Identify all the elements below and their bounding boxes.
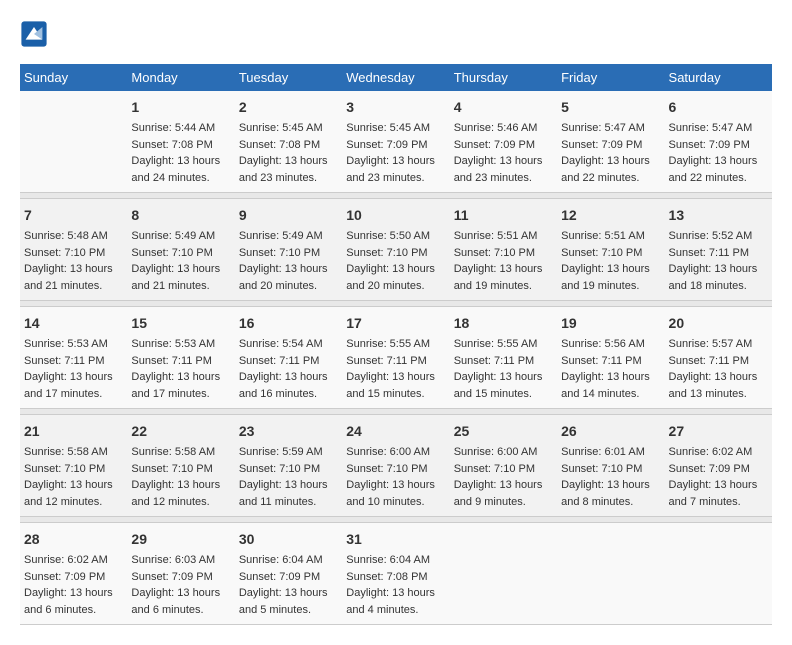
day-cell: 24Sunrise: 6:00 AMSunset: 7:10 PMDayligh… (342, 415, 449, 517)
day-number: 23 (239, 421, 338, 442)
day-number: 19 (561, 313, 660, 334)
day-cell: 19Sunrise: 5:56 AMSunset: 7:11 PMDayligh… (557, 307, 664, 409)
day-cell (450, 523, 557, 625)
day-cell: 9Sunrise: 5:49 AMSunset: 7:10 PMDaylight… (235, 199, 342, 301)
day-cell: 30Sunrise: 6:04 AMSunset: 7:09 PMDayligh… (235, 523, 342, 625)
day-cell: 25Sunrise: 6:00 AMSunset: 7:10 PMDayligh… (450, 415, 557, 517)
day-number: 10 (346, 205, 445, 226)
week-row-4: 21Sunrise: 5:58 AMSunset: 7:10 PMDayligh… (20, 415, 772, 517)
day-cell: 2Sunrise: 5:45 AMSunset: 7:08 PMDaylight… (235, 91, 342, 193)
day-cell: 16Sunrise: 5:54 AMSunset: 7:11 PMDayligh… (235, 307, 342, 409)
day-cell: 21Sunrise: 5:58 AMSunset: 7:10 PMDayligh… (20, 415, 127, 517)
page-header (20, 20, 772, 48)
day-cell: 13Sunrise: 5:52 AMSunset: 7:11 PMDayligh… (665, 199, 772, 301)
week-row-2: 7Sunrise: 5:48 AMSunset: 7:10 PMDaylight… (20, 199, 772, 301)
day-cell: 8Sunrise: 5:49 AMSunset: 7:10 PMDaylight… (127, 199, 234, 301)
day-number: 25 (454, 421, 553, 442)
day-cell: 29Sunrise: 6:03 AMSunset: 7:09 PMDayligh… (127, 523, 234, 625)
day-cell: 31Sunrise: 6:04 AMSunset: 7:08 PMDayligh… (342, 523, 449, 625)
header-friday: Friday (557, 64, 664, 91)
day-number: 4 (454, 97, 553, 118)
day-number: 24 (346, 421, 445, 442)
header-saturday: Saturday (665, 64, 772, 91)
day-cell: 20Sunrise: 5:57 AMSunset: 7:11 PMDayligh… (665, 307, 772, 409)
header-sunday: Sunday (20, 64, 127, 91)
week-row-3: 14Sunrise: 5:53 AMSunset: 7:11 PMDayligh… (20, 307, 772, 409)
day-number: 12 (561, 205, 660, 226)
day-number: 9 (239, 205, 338, 226)
day-number: 31 (346, 529, 445, 550)
header-monday: Monday (127, 64, 234, 91)
day-number: 29 (131, 529, 230, 550)
day-number: 13 (669, 205, 768, 226)
day-cell: 10Sunrise: 5:50 AMSunset: 7:10 PMDayligh… (342, 199, 449, 301)
day-cell: 18Sunrise: 5:55 AMSunset: 7:11 PMDayligh… (450, 307, 557, 409)
day-number: 11 (454, 205, 553, 226)
day-cell: 17Sunrise: 5:55 AMSunset: 7:11 PMDayligh… (342, 307, 449, 409)
week-row-1: 1Sunrise: 5:44 AMSunset: 7:08 PMDaylight… (20, 91, 772, 193)
day-number: 3 (346, 97, 445, 118)
day-number: 21 (24, 421, 123, 442)
day-number: 28 (24, 529, 123, 550)
day-number: 20 (669, 313, 768, 334)
day-cell: 27Sunrise: 6:02 AMSunset: 7:09 PMDayligh… (665, 415, 772, 517)
day-number: 26 (561, 421, 660, 442)
day-cell: 15Sunrise: 5:53 AMSunset: 7:11 PMDayligh… (127, 307, 234, 409)
day-cell: 28Sunrise: 6:02 AMSunset: 7:09 PMDayligh… (20, 523, 127, 625)
day-cell: 4Sunrise: 5:46 AMSunset: 7:09 PMDaylight… (450, 91, 557, 193)
day-number: 17 (346, 313, 445, 334)
day-cell: 23Sunrise: 5:59 AMSunset: 7:10 PMDayligh… (235, 415, 342, 517)
day-number: 1 (131, 97, 230, 118)
day-number: 15 (131, 313, 230, 334)
day-number: 5 (561, 97, 660, 118)
week-row-5: 28Sunrise: 6:02 AMSunset: 7:09 PMDayligh… (20, 523, 772, 625)
day-cell: 1Sunrise: 5:44 AMSunset: 7:08 PMDaylight… (127, 91, 234, 193)
day-number: 22 (131, 421, 230, 442)
day-cell: 3Sunrise: 5:45 AMSunset: 7:09 PMDaylight… (342, 91, 449, 193)
day-cell (665, 523, 772, 625)
day-number: 8 (131, 205, 230, 226)
day-cell: 22Sunrise: 5:58 AMSunset: 7:10 PMDayligh… (127, 415, 234, 517)
logo-icon (20, 20, 48, 48)
day-cell: 14Sunrise: 5:53 AMSunset: 7:11 PMDayligh… (20, 307, 127, 409)
header-row: SundayMondayTuesdayWednesdayThursdayFrid… (20, 64, 772, 91)
day-number: 6 (669, 97, 768, 118)
day-number: 7 (24, 205, 123, 226)
day-cell: 11Sunrise: 5:51 AMSunset: 7:10 PMDayligh… (450, 199, 557, 301)
header-thursday: Thursday (450, 64, 557, 91)
calendar-table: SundayMondayTuesdayWednesdayThursdayFrid… (20, 64, 772, 625)
day-number: 14 (24, 313, 123, 334)
header-tuesday: Tuesday (235, 64, 342, 91)
day-number: 18 (454, 313, 553, 334)
day-cell (20, 91, 127, 193)
day-cell: 7Sunrise: 5:48 AMSunset: 7:10 PMDaylight… (20, 199, 127, 301)
day-number: 2 (239, 97, 338, 118)
day-cell: 5Sunrise: 5:47 AMSunset: 7:09 PMDaylight… (557, 91, 664, 193)
day-cell (557, 523, 664, 625)
day-cell: 12Sunrise: 5:51 AMSunset: 7:10 PMDayligh… (557, 199, 664, 301)
day-number: 30 (239, 529, 338, 550)
header-wednesday: Wednesday (342, 64, 449, 91)
logo (20, 20, 52, 48)
day-number: 16 (239, 313, 338, 334)
day-number: 27 (669, 421, 768, 442)
day-cell: 6Sunrise: 5:47 AMSunset: 7:09 PMDaylight… (665, 91, 772, 193)
day-cell: 26Sunrise: 6:01 AMSunset: 7:10 PMDayligh… (557, 415, 664, 517)
